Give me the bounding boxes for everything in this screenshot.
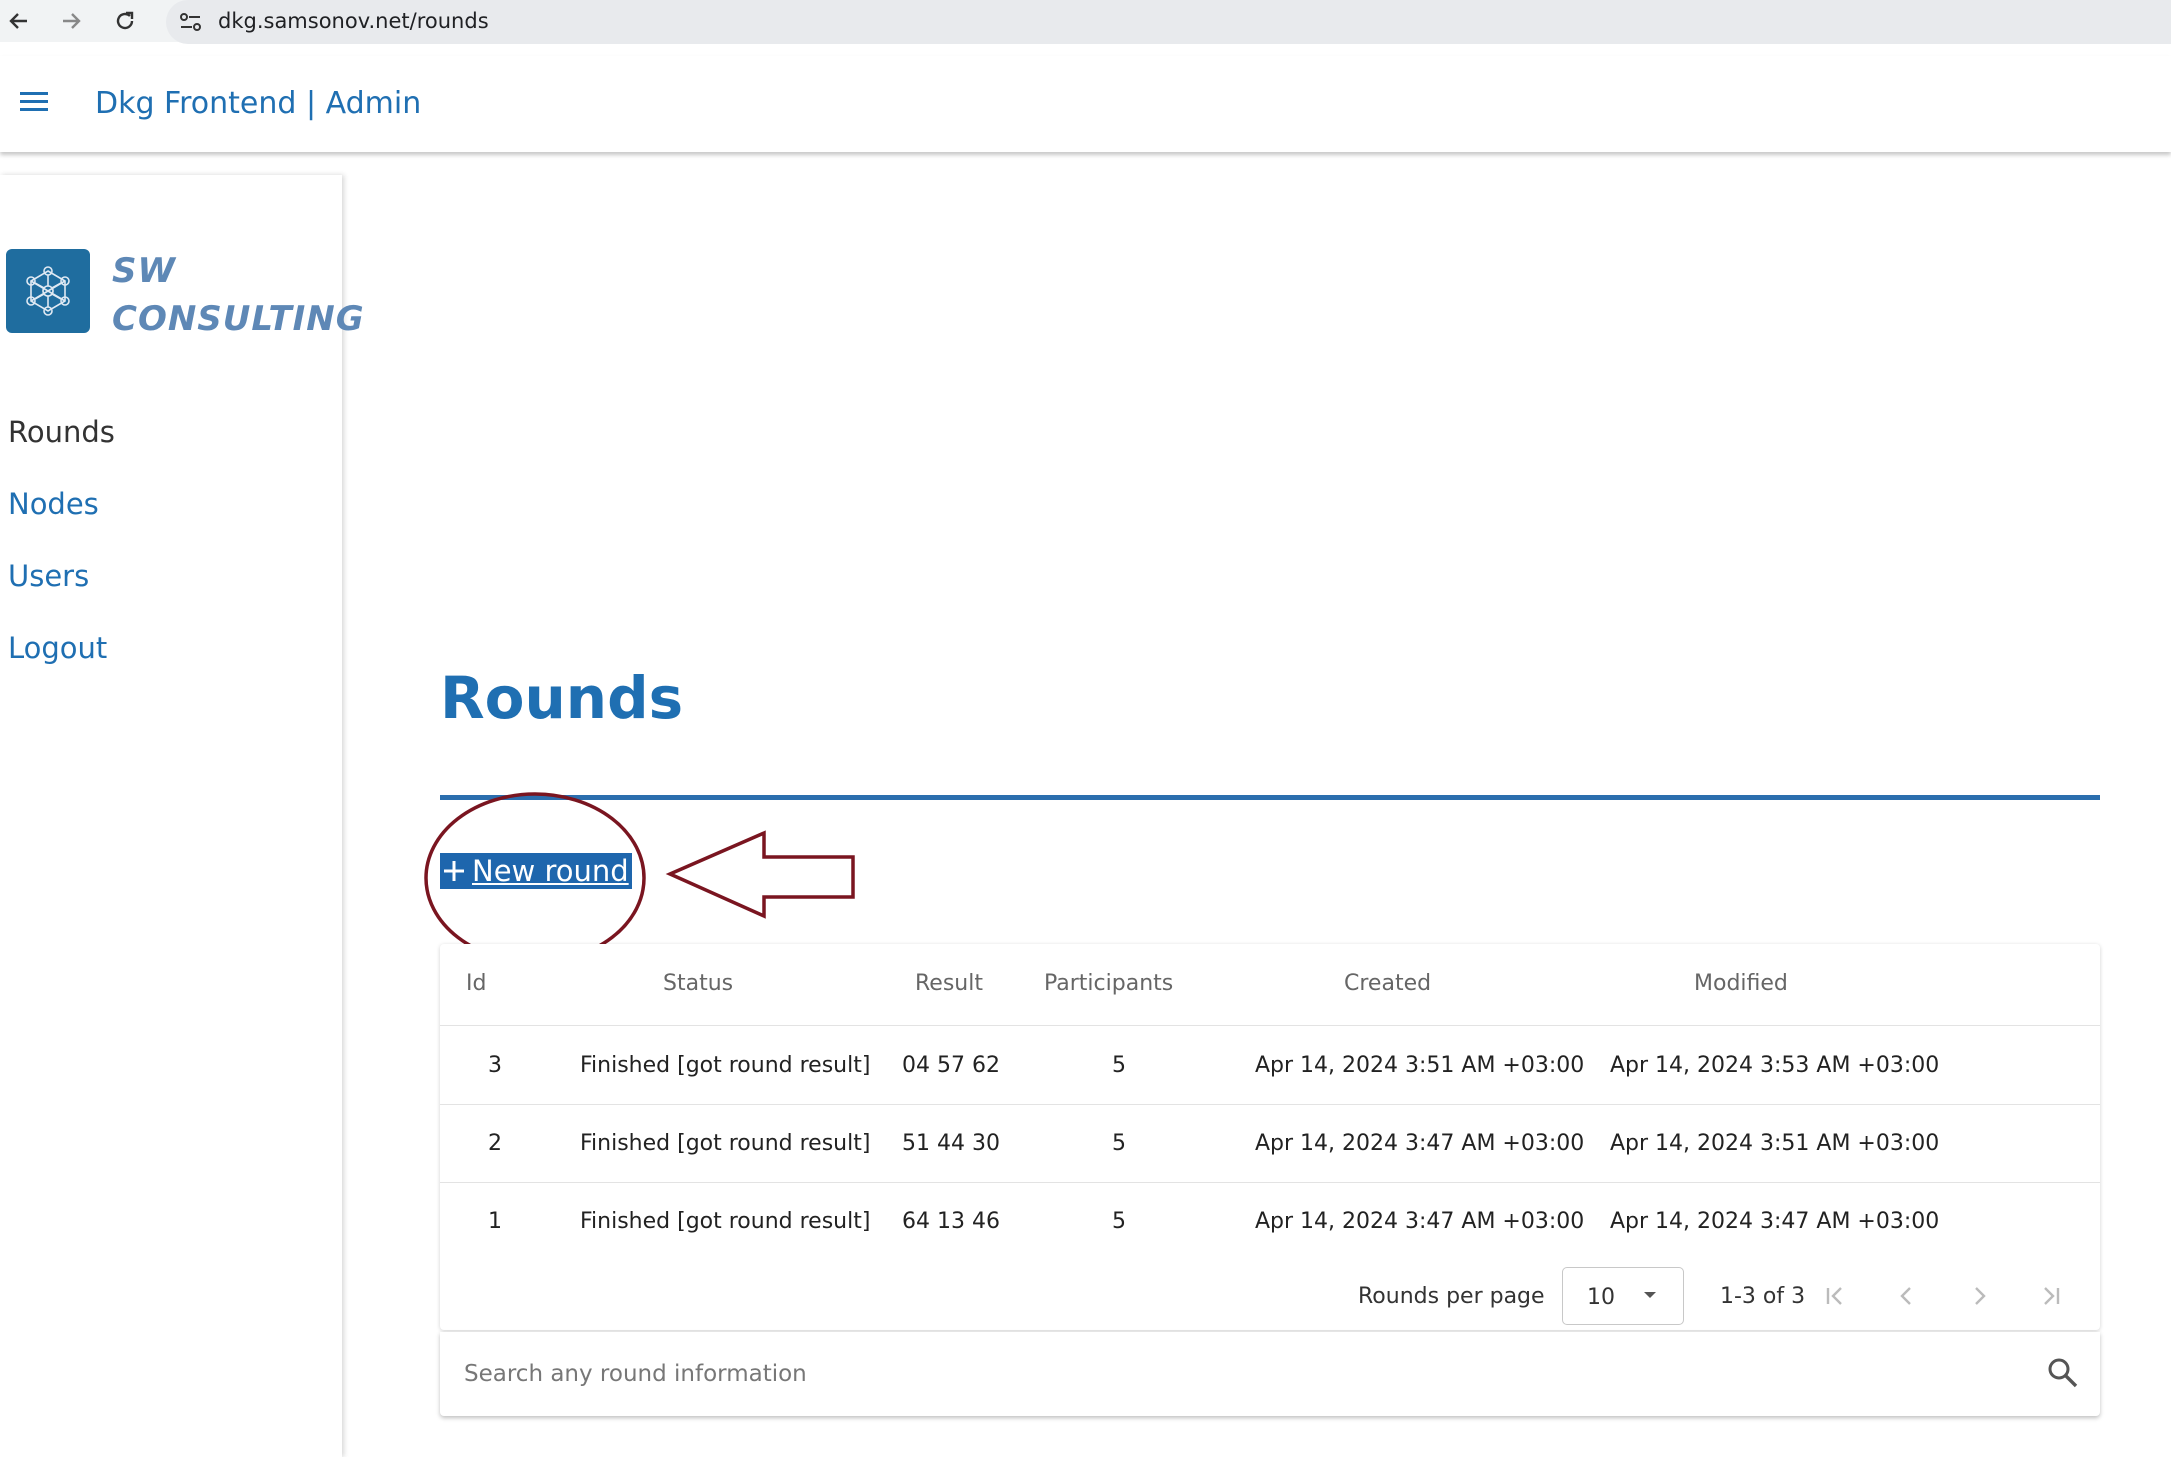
search-icon[interactable] xyxy=(2046,1356,2080,1395)
cell-status: Finished [got round result] xyxy=(580,1053,871,1078)
logo-line-1: SW xyxy=(112,251,176,291)
cell-created: Apr 14, 2024 3:47 AM +03:00 xyxy=(1255,1131,1585,1156)
rows-per-page-value: 10 xyxy=(1587,1285,1615,1310)
cell-id: 2 xyxy=(488,1131,502,1156)
reload-icon[interactable] xyxy=(108,4,142,38)
sidebar-item-nodes[interactable]: Nodes xyxy=(8,487,99,521)
header-divider xyxy=(440,1025,2100,1026)
new-round-button[interactable]: New round xyxy=(440,853,632,889)
address-bar[interactable]: dkg.samsonov.net/rounds xyxy=(166,0,2171,44)
annotation-arrow xyxy=(665,830,855,919)
column-header-id[interactable]: Id xyxy=(466,971,486,996)
cell-id: 3 xyxy=(488,1053,502,1078)
column-header-modified[interactable]: Modified xyxy=(1694,971,1788,996)
title-divider xyxy=(440,795,2100,800)
column-header-status[interactable]: Status xyxy=(663,971,733,996)
app-title[interactable]: Dkg Frontend | Admin xyxy=(95,86,421,121)
rounds-table: Id Status Result Participants Created Mo… xyxy=(440,944,2100,1330)
cell-result: 04 57 62 xyxy=(902,1053,1000,1078)
column-header-created[interactable]: Created xyxy=(1344,971,1431,996)
cell-participants: 5 xyxy=(1112,1131,1126,1156)
next-page-icon[interactable] xyxy=(1963,1280,1995,1312)
row-divider xyxy=(440,1182,2100,1183)
cell-participants: 5 xyxy=(1112,1209,1126,1234)
sidebar-item-users[interactable]: Users xyxy=(8,559,89,593)
rows-per-page-label: Rounds per page xyxy=(1358,1284,1545,1309)
cell-result: 64 13 46 xyxy=(902,1209,1000,1234)
sidebar-item-rounds[interactable]: Rounds xyxy=(8,415,115,449)
app-bar: Dkg Frontend | Admin xyxy=(0,56,2171,152)
row-divider xyxy=(440,1104,2100,1105)
cell-result: 51 44 30 xyxy=(902,1131,1000,1156)
cell-participants: 5 xyxy=(1112,1053,1126,1078)
dropdown-arrow-icon xyxy=(1644,1292,1656,1298)
cell-status: Finished [got round result] xyxy=(580,1131,871,1156)
pagination-range: 1-3 of 3 xyxy=(1720,1284,1806,1309)
search-input[interactable] xyxy=(462,1350,2006,1398)
hamburger-menu-icon[interactable] xyxy=(18,90,50,119)
site-info-icon[interactable] xyxy=(178,10,204,39)
cell-created: Apr 14, 2024 3:51 AM +03:00 xyxy=(1255,1053,1585,1078)
url-text[interactable]: dkg.samsonov.net/rounds xyxy=(218,9,489,33)
previous-page-icon[interactable] xyxy=(1891,1280,1923,1312)
logo-line-2: CONSULTING xyxy=(112,299,365,339)
browser-toolbar: dkg.samsonov.net/rounds xyxy=(0,0,2171,44)
rows-per-page-select[interactable]: 10 xyxy=(1562,1267,1684,1325)
search-bar xyxy=(440,1332,2100,1416)
plus-icon xyxy=(444,861,464,881)
cell-created: Apr 14, 2024 3:47 AM +03:00 xyxy=(1255,1209,1585,1234)
cell-modified: Apr 14, 2024 3:53 AM +03:00 xyxy=(1610,1053,1940,1078)
first-page-icon[interactable] xyxy=(1819,1280,1851,1312)
cell-status: Finished [got round result] xyxy=(580,1209,871,1234)
cell-id: 1 xyxy=(488,1209,502,1234)
column-header-result[interactable]: Result xyxy=(915,971,983,996)
cell-modified: Apr 14, 2024 3:51 AM +03:00 xyxy=(1610,1131,1940,1156)
last-page-icon[interactable] xyxy=(2035,1280,2067,1312)
back-arrow-icon[interactable] xyxy=(2,4,36,38)
new-round-label: New round xyxy=(472,854,629,888)
cell-modified: Apr 14, 2024 3:47 AM +03:00 xyxy=(1610,1209,1940,1234)
sidebar: SW CONSULTING Rounds Nodes Users Logout xyxy=(0,175,364,1457)
sidebar-item-logout[interactable]: Logout xyxy=(8,631,107,665)
forward-arrow-icon[interactable] xyxy=(54,4,88,38)
logo-network-icon xyxy=(6,249,90,333)
column-header-participants[interactable]: Participants xyxy=(1044,971,1173,996)
logo-text: SW CONSULTING xyxy=(112,247,365,343)
page-title: Rounds xyxy=(440,664,684,732)
